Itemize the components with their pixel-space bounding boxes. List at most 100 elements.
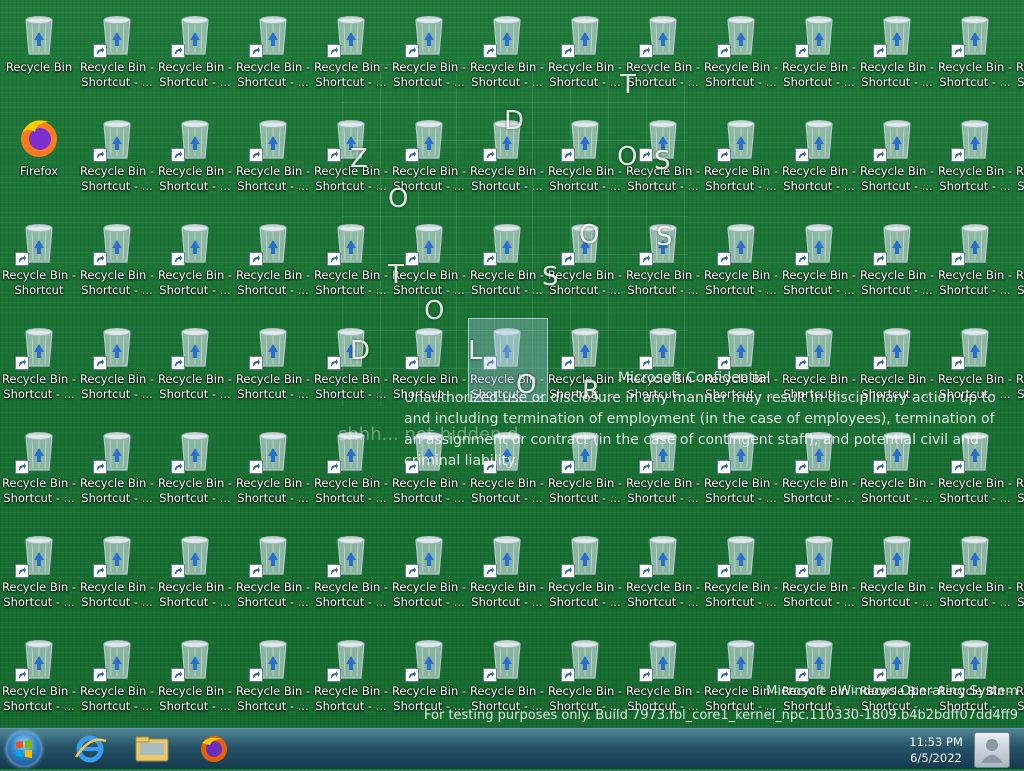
recycle-bin-glyph-icon [327, 218, 375, 266]
recycle-bin-shortcut-icon[interactable]: Recycle Bin -Shortcut - ... [468, 524, 546, 620]
recycle-bin-shortcut-icon[interactable]: Recycle Bin -Shortcut - ... [546, 4, 624, 100]
recycle-bin-shortcut-icon[interactable]: Recycle Bin -Shortcut - ... [156, 4, 234, 100]
recycle-bin-shortcut-icon[interactable]: Recycle Bin -Shortcut - ... [78, 316, 156, 412]
recycle-bin-icon[interactable]: Recycle Bin [0, 4, 78, 100]
recycle-bin-shortcut-icon[interactable]: Recycle Bin -Shortcut - ... [156, 108, 234, 204]
recycle-bin-shortcut-icon[interactable]: Recycle Bin -Shortcut - ... [78, 4, 156, 100]
recycle-bin-shortcut-icon[interactable]: Recycle Bin -Shortcut - ... [78, 628, 156, 724]
recycle-bin-shortcut-icon[interactable]: Recycle Bin -Shortcut - ... [312, 628, 390, 724]
icon-label-line2: Shortcut - ... [315, 179, 387, 193]
recycle-bin-shortcut-icon[interactable]: Recycle Bin -Shortcut - ... [156, 212, 234, 308]
recycle-bin-shortcut-icon[interactable]: Recycle Bin -Shortcut - ... [0, 628, 78, 724]
taskbar-firefox[interactable] [188, 731, 240, 767]
recycle-bin-glyph-icon [171, 114, 219, 162]
recycle-bin-shortcut-icon[interactable]: Recycle Bin -Shortcut - ... [936, 108, 1014, 204]
shortcut-arrow-icon [873, 668, 887, 682]
recycle-bin-shortcut-icon[interactable]: Recycle Bin -Shortcut - ... [624, 524, 702, 620]
recycle-bin-shortcut-icon[interactable]: Recycle Bin -Shortcut - ... [234, 628, 312, 724]
recycle-bin-shortcut-icon[interactable]: Recycle Bin -Shortcut - ... [702, 212, 780, 308]
recycle-bin-glyph-icon [483, 10, 531, 58]
recycle-bin-shortcut-icon[interactable]: Recycle Bin -Shortcut - ... [234, 108, 312, 204]
shortcut-arrow-icon [93, 252, 107, 266]
recycle-bin-shortcut-icon[interactable]: Recycle Bin -Shortcut - ... [234, 524, 312, 620]
recycle-bin-glyph-icon [561, 634, 609, 682]
recycle-bin-shortcut-icon[interactable]: Recycle Bin -Shortcut - ... [312, 212, 390, 308]
icon-label-line1: Recycle Bin - [469, 164, 545, 178]
desktop[interactable]: Recycle Bin Recycle Bin - Shortcut - ... Re… [0, 0, 1024, 728]
recycle-bin-shortcut-icon[interactable]: Recycle Bin -Shortcut - ... [468, 4, 546, 100]
floating-letter: D [504, 106, 525, 136]
recycle-bin-shortcut-icon[interactable]: Recycle Bin -Shortcut - ... [156, 316, 234, 412]
recycle-bin-shortcut-icon[interactable]: Recycle Bin -Shortcut - ... [936, 524, 1014, 620]
recycle-bin-shortcut-icon[interactable]: Recycle Bin -Shortcut - ... [390, 4, 468, 100]
recycle-bin-shortcut-icon[interactable]: Recycle Bin -Shortcut - ... [468, 212, 546, 308]
recycle-bin-shortcut-icon[interactable]: Recycle Bin -Shortcut - ... [936, 4, 1014, 100]
recycle-bin-shortcut-icon[interactable]: Recycle Bin -Shortcut - ... [858, 212, 936, 308]
recycle-bin-shortcut-icon[interactable]: Recycle Bin -Shortcut - ... [780, 212, 858, 308]
recycle-bin-shortcut-icon[interactable]: Recycle Bin - Shortcut [0, 212, 78, 308]
user-icon[interactable] [974, 732, 1010, 768]
recycle-bin-glyph-icon [873, 634, 921, 682]
recycle-bin-shortcut-icon[interactable]: Recycle Bin -Shortcut - ... [0, 316, 78, 412]
recycle-bin-shortcut-icon[interactable]: Recycle Bin -Shortcut - ... [1014, 212, 1024, 308]
icon-label-line2: Shortcut - ... [627, 283, 699, 297]
recycle-bin-shortcut-icon[interactable]: Recycle Bin -Shortcut - ... [702, 524, 780, 620]
recycle-bin-shortcut-icon[interactable]: Recycle Bin -Shortcut - ... [234, 212, 312, 308]
system-clock[interactable]: 11:53 PM 6/5/2022 [898, 734, 974, 766]
firefox-desktop-icon[interactable]: Firefox [0, 108, 78, 204]
recycle-bin-shortcut-icon[interactable]: Recycle Bin -Shortcut - ... [78, 420, 156, 516]
taskbar-internet-explorer[interactable] [64, 731, 116, 767]
recycle-bin-shortcut-icon[interactable]: Recycle Bin -Shortcut - ... [702, 4, 780, 100]
recycle-bin-shortcut-icon[interactable]: Recycle Bin -Shortcut - ... [780, 108, 858, 204]
icon-label-line1: Recycle Bin - [79, 268, 155, 282]
recycle-bin-glyph-icon [327, 10, 375, 58]
shortcut-arrow-icon [15, 460, 29, 474]
recycle-bin-shortcut-icon[interactable]: Recycle Bin -Shortcut - ... [780, 524, 858, 620]
recycle-bin-shortcut-icon[interactable]: Recycle Bin -Shortcut - ... [780, 4, 858, 100]
recycle-bin-shortcut-icon[interactable]: Recycle Bin -Shortcut - ... [858, 4, 936, 100]
icon-label-line1: Recycle Bin - [781, 268, 857, 282]
icon-label-line1: Recycle Bin - [79, 60, 155, 74]
floating-letter: S [656, 222, 673, 252]
recycle-bin-shortcut-icon[interactable]: Recycle Bin -Shortcut - ... [1014, 4, 1024, 100]
recycle-bin-shortcut-icon[interactable]: Recycle Bin -Shortcut - ... [0, 524, 78, 620]
recycle-bin-shortcut-icon[interactable]: Recycle Bin -Shortcut - ... [1014, 316, 1024, 412]
recycle-bin-shortcut-icon[interactable]: Recycle Bin -Shortcut - ... [1014, 524, 1024, 620]
icon-label-line1: Recycle Bin - [547, 60, 623, 74]
icon-label-line2: Shortcut - ... [315, 283, 387, 297]
floating-letter: O [617, 142, 638, 172]
recycle-bin-shortcut-icon[interactable]: Recycle Bin -Shortcut - ... [0, 420, 78, 516]
shortcut-arrow-icon [639, 564, 653, 578]
recycle-bin-shortcut-icon[interactable]: Recycle Bin -Shortcut - ... [234, 316, 312, 412]
icon-label-line2: Shortcut - ... [939, 491, 1011, 505]
recycle-bin-glyph-icon [249, 218, 297, 266]
recycle-bin-shortcut-icon[interactable]: Recycle Bin -Shortcut - ... [78, 108, 156, 204]
shortcut-arrow-icon [639, 148, 653, 162]
recycle-bin-shortcut-icon[interactable]: Recycle Bin -Shortcut - ... [78, 212, 156, 308]
recycle-bin-shortcut-icon[interactable]: Recycle Bin -Shortcut - ... [546, 108, 624, 204]
icon-label-line2: Shortcut - ... [81, 387, 153, 401]
recycle-bin-shortcut-icon[interactable]: Recycle Bin -Shortcut - ... [156, 420, 234, 516]
start-button[interactable] [6, 731, 42, 767]
recycle-bin-shortcut-icon[interactable]: Recycle Bin -Shortcut - ... [858, 524, 936, 620]
icon-label-line1: Recycle Bin - [937, 580, 1013, 594]
recycle-bin-shortcut-icon[interactable]: Recycle Bin -Shortcut - ... [390, 524, 468, 620]
recycle-bin-shortcut-icon[interactable]: Recycle Bin -Shortcut - ... [936, 212, 1014, 308]
recycle-bin-shortcut-icon[interactable]: Recycle Bin -Shortcut - ... [156, 628, 234, 724]
recycle-bin-shortcut-icon[interactable]: Recycle Bin -Shortcut - ... [234, 420, 312, 516]
icon-label-line2: Shortcut - ... [861, 179, 933, 193]
recycle-bin-shortcut-icon[interactable]: Recycle Bin -Shortcut - ... [78, 524, 156, 620]
recycle-bin-shortcut-icon[interactable]: Recycle Bin -Shortcut - ... [1014, 420, 1024, 516]
taskbar-windows-explorer[interactable] [126, 731, 178, 767]
recycle-bin-shortcut-icon[interactable]: Recycle Bin -Shortcut - ... [858, 108, 936, 204]
recycle-bin-shortcut-icon[interactable]: Recycle Bin -Shortcut - ... [546, 524, 624, 620]
recycle-bin-shortcut-icon[interactable]: Recycle Bin -Shortcut - ... [702, 108, 780, 204]
recycle-bin-shortcut-icon[interactable]: Recycle Bin -Shortcut - ... [312, 524, 390, 620]
icon-label-line2: Shortcut - ... [1017, 387, 1024, 401]
recycle-bin-glyph-icon [15, 634, 63, 682]
recycle-bin-shortcut-icon[interactable]: Recycle Bin -Shortcut - ... [1014, 108, 1024, 204]
recycle-bin-shortcut-icon[interactable]: Recycle Bin -Shortcut - ... [156, 524, 234, 620]
recycle-bin-shortcut-icon[interactable]: Recycle Bin -Shortcut - ... [234, 4, 312, 100]
recycle-bin-shortcut-icon[interactable]: Recycle Bin -Shortcut - ... [312, 4, 390, 100]
recycle-bin-glyph-icon [951, 10, 999, 58]
